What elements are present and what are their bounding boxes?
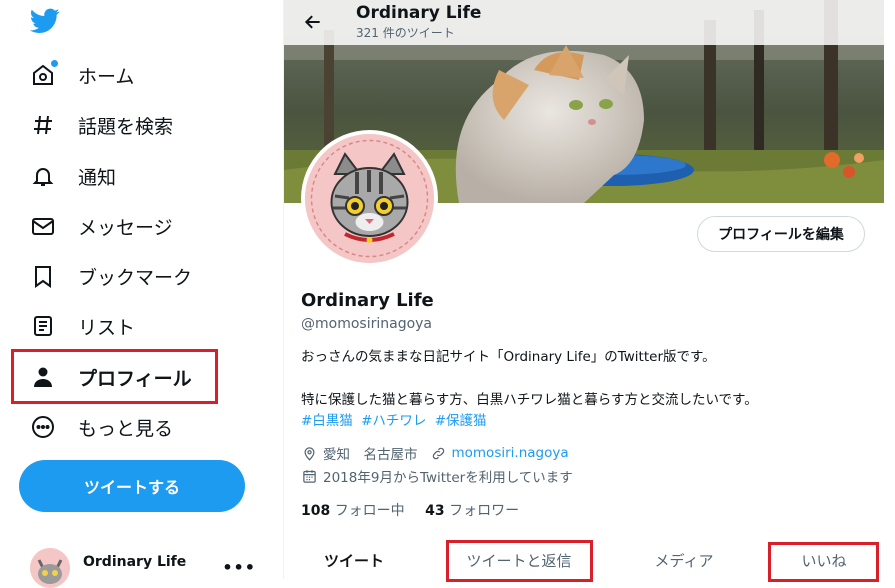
sidebar-item-label: ブックマーク — [78, 266, 193, 289]
followers-link[interactable]: 43 フォロワー — [425, 503, 519, 519]
avatar — [305, 134, 434, 263]
profile-handle: @momosirinagoya — [301, 316, 433, 332]
tab-tweets-and-replies[interactable]: ツイートと返信 — [444, 540, 594, 580]
sidebar-item-home[interactable]: ホーム — [30, 55, 134, 95]
sidebar: ホーム 話題を検索 通知 メッセージ ブックマーク リスト プロフィール もっと… — [0, 0, 283, 588]
followers-count: 43 — [425, 503, 445, 519]
sidebar-item-label: プロフィール — [78, 367, 192, 390]
profile-tabs: ツイート ツイートと返信 メディア いいね — [284, 540, 884, 580]
profile-avatar[interactable] — [301, 130, 438, 267]
location-pin-icon — [301, 445, 318, 462]
back-arrow-icon[interactable] — [300, 9, 326, 35]
bell-icon — [30, 163, 56, 189]
profile-bio: おっさんの気ままな日記サイト「Ordinary Life」のTwitter版です… — [301, 347, 861, 432]
following-label: フォロー中 — [334, 503, 405, 519]
person-icon — [30, 364, 56, 390]
home-icon — [30, 60, 58, 88]
twitter-bird-icon[interactable] — [29, 8, 62, 36]
sidebar-item-bookmarks[interactable]: ブックマーク — [30, 256, 192, 296]
profile-joined-date: 2018年9月からTwitterを利用しています — [323, 470, 573, 486]
account-switcher[interactable]: Ordinary Life ••• — [30, 548, 280, 588]
calendar-icon — [301, 468, 318, 485]
profile-meta-row: 愛知 名古屋市 momosiri.nagoya — [301, 443, 569, 463]
sidebar-item-label: もっと見る — [78, 417, 174, 440]
sidebar-item-explore[interactable]: 話題を検索 — [30, 105, 173, 145]
hashtag-link[interactable]: #保護猫 — [435, 413, 487, 429]
sidebar-item-notifications[interactable]: 通知 — [30, 156, 116, 196]
profile-joined-row: 2018年9月からTwitterを利用しています — [301, 466, 573, 486]
hashtag-icon — [30, 112, 56, 138]
sidebar-item-label: ホーム — [78, 65, 135, 88]
following-link[interactable]: 108 フォロー中 — [301, 503, 405, 519]
follow-stats: 108 フォロー中 43 フォロワー — [301, 500, 519, 520]
list-icon — [30, 313, 56, 339]
sidebar-item-label: 通知 — [78, 166, 117, 189]
bio-hashtags: #白黒猫 #ハチワレ #保護猫 — [301, 411, 861, 432]
bio-line: 特に保護した猫と暮らす方、白黒ハチワレ猫と暮らす方と交流したいです。 — [301, 392, 758, 408]
sidebar-item-label: リスト — [78, 316, 136, 339]
tweet-button[interactable]: ツイートする — [19, 460, 245, 512]
link-icon — [430, 445, 447, 462]
account-name: Ordinary Life — [83, 554, 187, 570]
following-count: 108 — [301, 503, 331, 519]
sidebar-item-more[interactable]: もっと見る — [30, 407, 173, 447]
tab-tweets[interactable]: ツイート — [284, 540, 424, 580]
more-circle-icon — [30, 414, 56, 440]
bio-line: おっさんの気ままな日記サイト「Ordinary Life」のTwitter版です… — [301, 349, 716, 365]
more-dots-icon[interactable]: ••• — [222, 558, 256, 577]
avatar — [30, 548, 70, 588]
header-title: Ordinary Life — [356, 3, 482, 23]
profile-name: Ordinary Life — [301, 290, 434, 311]
tweet-count: 321 件のツイート — [356, 26, 455, 40]
sidebar-item-messages[interactable]: メッセージ — [30, 206, 173, 246]
tab-likes[interactable]: いいね — [769, 540, 879, 580]
profile-header: Ordinary Life 321 件のツイート — [284, 0, 884, 45]
profile-location: 愛知 名古屋市 — [323, 447, 418, 463]
sidebar-item-lists[interactable]: リスト — [30, 306, 135, 346]
hashtag-link[interactable]: #白黒猫 — [301, 413, 353, 429]
envelope-icon — [30, 213, 56, 239]
profile-column: Ordinary Life 321 件のツイート プロフィールを編集 Ordin… — [283, 0, 884, 582]
notification-dot — [51, 60, 58, 67]
hashtag-link[interactable]: #ハチワレ — [361, 413, 426, 429]
bookmark-icon — [30, 263, 56, 289]
sidebar-item-label: 話題を検索 — [78, 115, 174, 138]
edit-profile-button[interactable]: プロフィールを編集 — [697, 216, 865, 252]
sidebar-item-profile[interactable]: プロフィール — [30, 357, 192, 397]
profile-website-link[interactable]: momosiri.nagoya — [452, 445, 569, 461]
followers-label: フォロワー — [449, 503, 520, 519]
sidebar-item-label: メッセージ — [78, 216, 173, 239]
tab-media[interactable]: メディア — [614, 540, 754, 580]
